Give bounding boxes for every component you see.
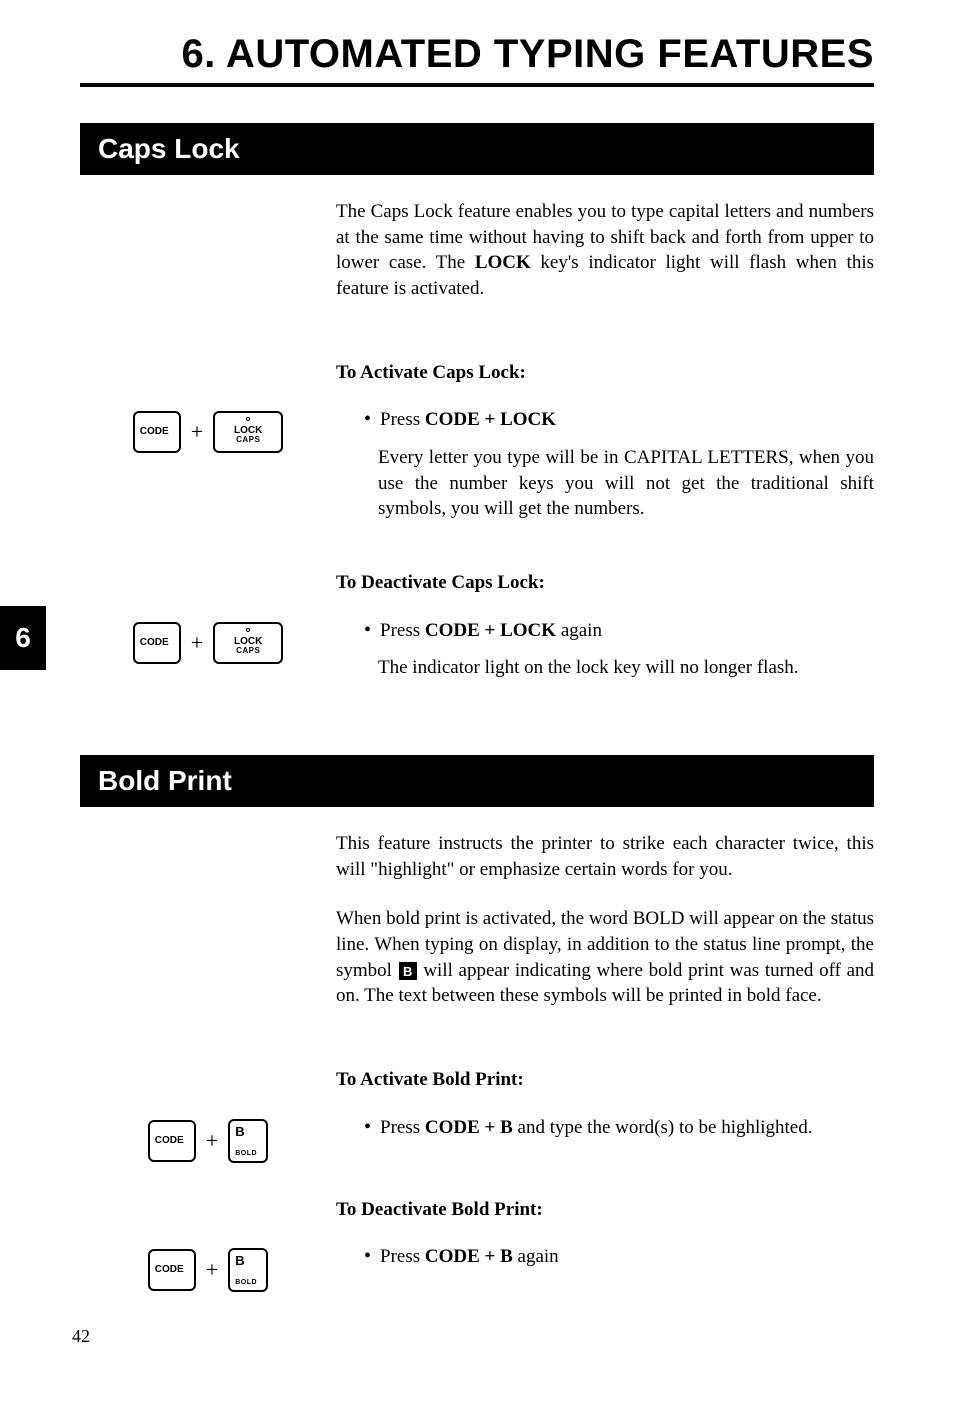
- content-row: To Activate Caps Lock:: [80, 354, 874, 400]
- bullet-dot-icon: •: [364, 1115, 380, 1139]
- plus-icon: +: [206, 1257, 218, 1283]
- text-column: •Press CODE + LOCK Every letter you type …: [336, 407, 874, 536]
- key-column: [80, 354, 336, 358]
- chapter-tab: 6: [0, 606, 46, 670]
- key-combo: CODE + B BOLD: [148, 1119, 268, 1163]
- key-column: CODE + LOCKCAPS: [80, 407, 336, 453]
- bullet-item: •Press CODE + LOCK: [364, 407, 874, 433]
- key-column: [80, 199, 336, 203]
- keycap-sublabel: CAPS: [236, 436, 260, 444]
- text-run: again: [513, 1246, 559, 1267]
- content-row: CODE + B BOLD •Press CODE + B and type the w…: [80, 1115, 874, 1163]
- bullet-item: •Press CODE + B and type the word(s) to …: [364, 1115, 874, 1141]
- text-column: •Press CODE + B again: [336, 1244, 874, 1282]
- text-column: •Press CODE + B and type the word(s) to …: [336, 1115, 874, 1153]
- bullet-item: •Press CODE + LOCK again: [364, 618, 874, 644]
- follow-text: Every letter you type will be in CAPITAL…: [378, 445, 874, 522]
- content-row: To Deactivate Caps Lock:: [80, 564, 874, 610]
- keycap-lock: LOCKCAPS: [213, 622, 283, 664]
- keycap-label: B: [235, 1125, 244, 1138]
- bold-text-run: LOCK: [475, 252, 531, 273]
- manual-page: 6. AUTOMATED TYPING FEATURES Caps Lock Th…: [0, 0, 954, 1407]
- content-row: To Deactivate Bold Print:: [80, 1191, 874, 1237]
- content-row: The Caps Lock feature enables you to typ…: [80, 199, 874, 326]
- text-run: will appear indicating where bold print …: [336, 960, 874, 1007]
- text-run: and type the word(s) to be highlighted.: [513, 1117, 813, 1138]
- keycap-code: CODE: [133, 622, 181, 664]
- bullet-item: •Press CODE + B again: [364, 1244, 874, 1270]
- keycap-code: CODE: [133, 411, 181, 453]
- text-run: Press: [380, 1117, 425, 1138]
- page-number: 42: [72, 1326, 90, 1347]
- content-row: CODE + B BOLD •Press CODE + B again: [80, 1244, 874, 1292]
- key-combo: CODE + LOCKCAPS: [133, 622, 283, 664]
- keycap-b: B BOLD: [228, 1248, 268, 1292]
- bold-symbol-chip: B: [399, 962, 417, 980]
- bold-text-run: CODE + LOCK: [425, 409, 556, 430]
- plus-icon: +: [206, 1128, 218, 1154]
- paragraph: When bold print is activated, the word B…: [336, 906, 874, 1009]
- content-row: This feature instructs the printer to st…: [80, 831, 874, 1033]
- sub-heading: To Deactivate Bold Print:: [336, 1197, 874, 1223]
- text-run: again: [556, 620, 602, 641]
- plus-icon: +: [191, 630, 203, 656]
- keycap-b: B BOLD: [228, 1119, 268, 1163]
- bullet-dot-icon: •: [364, 407, 380, 431]
- text-run: Press: [380, 620, 425, 641]
- text-column: To Activate Caps Lock:: [336, 354, 874, 400]
- sub-heading: To Activate Caps Lock:: [336, 360, 874, 386]
- content-row: CODE + LOCKCAPS •Press CODE + LOCK Every let…: [80, 407, 874, 536]
- bold-text-run: CODE + LOCK: [425, 620, 556, 641]
- chapter-title: 6. AUTOMATED TYPING FEATURES: [80, 32, 874, 87]
- paragraph: The Caps Lock feature enables you to typ…: [336, 199, 874, 302]
- keycap-sublabel: CAPS: [236, 647, 260, 655]
- bullet-text: Press CODE + B again: [380, 1244, 874, 1270]
- text-column: To Deactivate Bold Print:: [336, 1191, 874, 1237]
- intro-text: The Caps Lock feature enables you to typ…: [336, 199, 874, 326]
- content-row: To Activate Bold Print:: [80, 1061, 874, 1107]
- key-column: [80, 831, 336, 835]
- paragraph: This feature instructs the printer to st…: [336, 831, 874, 882]
- keycap-sublabel: BOLD: [235, 1150, 257, 1157]
- key-column: CODE + B BOLD: [80, 1115, 336, 1163]
- keycap-code: CODE: [148, 1249, 196, 1291]
- key-column: [80, 1191, 336, 1195]
- content-row: CODE + LOCKCAPS •Press CODE + LOCK again The…: [80, 618, 874, 695]
- keycap-sublabel: BOLD: [235, 1279, 257, 1286]
- text-column: To Deactivate Caps Lock:: [336, 564, 874, 610]
- text-run: This feature instructs the printer to st…: [336, 833, 874, 880]
- key-column: CODE + B BOLD: [80, 1244, 336, 1292]
- sub-heading: To Activate Bold Print:: [336, 1067, 874, 1093]
- intro-text: This feature instructs the printer to st…: [336, 831, 874, 1033]
- bold-text-run: CODE + B: [425, 1117, 513, 1138]
- bold-text-run: CODE + B: [425, 1246, 513, 1267]
- text-column: To Activate Bold Print:: [336, 1061, 874, 1107]
- sub-heading: To Deactivate Caps Lock:: [336, 570, 874, 596]
- bullet-dot-icon: •: [364, 1244, 380, 1268]
- bullet-text: Press CODE + LOCK again: [380, 618, 874, 644]
- plus-icon: +: [191, 419, 203, 445]
- bullet-text: Press CODE + B and type the word(s) to b…: [380, 1115, 874, 1141]
- key-combo: CODE + LOCKCAPS: [133, 411, 283, 453]
- led-icon: [246, 417, 250, 421]
- text-column: •Press CODE + LOCK again The indicator li…: [336, 618, 874, 695]
- section-heading: Caps Lock: [80, 123, 874, 175]
- led-icon: [246, 628, 250, 632]
- keycap-code: CODE: [148, 1120, 196, 1162]
- bullet-text: Press CODE + LOCK: [380, 407, 874, 433]
- key-column: [80, 564, 336, 568]
- bullet-dot-icon: •: [364, 618, 380, 642]
- keycap-lock: LOCKCAPS: [213, 411, 283, 453]
- section-heading: Bold Print: [80, 755, 874, 807]
- key-column: [80, 1061, 336, 1065]
- follow-text: The indicator light on the lock key will…: [378, 655, 874, 681]
- sections-container: Caps Lock The Caps Lock feature enables y…: [80, 123, 874, 1292]
- keycap-label: B: [235, 1254, 244, 1267]
- text-run: Press: [380, 409, 425, 430]
- text-run: Press: [380, 1246, 425, 1267]
- key-combo: CODE + B BOLD: [148, 1248, 268, 1292]
- key-column: CODE + LOCKCAPS: [80, 618, 336, 664]
